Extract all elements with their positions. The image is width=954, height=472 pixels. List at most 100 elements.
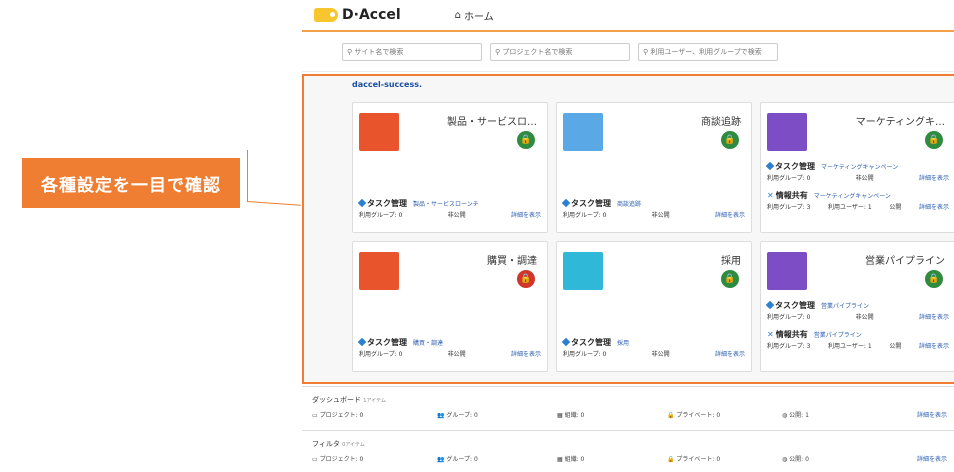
dashboard-section: ダッシュボード 1アイテム ▭ プロジェクト: 0 👥 グループ: 0 ▦ 組織…	[302, 386, 954, 428]
callout-banner: 各種設定を一目で確認	[22, 158, 240, 208]
lock-icon: 🔒 プライベート: 0	[667, 456, 721, 463]
search-bar: ⚲ サイト名で検索 ⚲ プロジェクト名で検索 ⚲ 利用ユーザー、利用グループで検…	[302, 32, 954, 72]
group-count: 利用グループ: 0	[359, 351, 403, 358]
app-name[interactable]: タスク管理	[765, 300, 815, 311]
group-count: 利用グループ: 3	[767, 204, 811, 211]
site-icon	[767, 252, 807, 290]
app-row: タスク管理 購買・調達	[357, 337, 443, 348]
detail-link[interactable]: 詳細を表示	[511, 349, 541, 358]
app-meta: 利用グループ: 0 非公開 詳細を表示	[563, 210, 745, 219]
app-meta: 利用グループ: 0 非公開 詳細を表示	[359, 210, 541, 219]
logo[interactable]: D·Accel	[314, 7, 401, 23]
site-title: 商談追跡	[701, 117, 741, 128]
lock-icon: 🔒 プライベート: 0	[667, 412, 721, 419]
folder-icon: ▭ プロジェクト: 0	[312, 456, 364, 463]
visibility: 非公開	[855, 175, 874, 182]
site-card[interactable]: 商談追跡 🔒 タスク管理 商談追跡 利用グループ: 0 非公開 詳細を表示	[556, 102, 752, 233]
user-group-search-input[interactable]: ⚲ 利用ユーザー、利用グループで検索	[638, 42, 778, 61]
lock-icon: 🔒	[721, 131, 739, 149]
logo-text: D·Accel	[342, 7, 401, 23]
detail-link[interactable]: 詳細を表示	[919, 202, 949, 211]
site-icon	[359, 113, 399, 151]
project-link[interactable]: 商談追跡	[617, 199, 641, 208]
app-meta: 利用グループ: 0 非公開 詳細を表示	[359, 349, 541, 358]
search-icon: ⚲	[495, 47, 503, 56]
site-card[interactable]: マーケティングキ… 🔒 タスク管理 マーケティングキャンペーン 利用グループ: …	[760, 102, 954, 233]
detail-link[interactable]: 詳細を表示	[919, 173, 949, 182]
group-count: 利用グループ: 3	[767, 343, 811, 350]
site-title: 製品・サービスロ…	[447, 117, 537, 128]
project-link[interactable]: 営業パイプライン	[814, 330, 862, 339]
app-row: ✕ 情報共有 営業パイプライン	[767, 329, 862, 340]
app-row: タスク管理 商談追跡	[561, 198, 641, 209]
detail-link[interactable]: 詳細を表示	[917, 454, 947, 463]
project-link[interactable]: 営業パイプライン	[821, 301, 869, 310]
detail-link[interactable]: 詳細を表示	[919, 312, 949, 321]
app-name[interactable]: タスク管理	[561, 198, 611, 209]
detail-link[interactable]: 詳細を表示	[715, 349, 745, 358]
group-count: 利用グループ: 0	[359, 212, 403, 219]
lock-icon: 🔒	[517, 131, 535, 149]
lock-icon: 🔒	[721, 270, 739, 288]
visibility: 非公開	[447, 351, 466, 358]
site-card[interactable]: 購買・調達 🔒 タスク管理 購買・調達 利用グループ: 0 非公開 詳細を表示	[352, 241, 548, 372]
home-link[interactable]: ⌂ ホーム	[455, 8, 494, 23]
filter-title: フィルタ 0アイテム	[312, 440, 365, 448]
site-list: daccel-success. 製品・サービスロ… 🔒 タスク管理 製品・サービ…	[302, 74, 954, 384]
group-count: 利用グループ: 0	[563, 351, 607, 358]
callout-connector	[247, 150, 248, 202]
detail-link[interactable]: 詳細を表示	[919, 341, 949, 350]
detail-link[interactable]: 詳細を表示	[917, 410, 947, 419]
search-icon: ⚲	[347, 47, 355, 56]
site-card[interactable]: 営業パイプライン 🔒 タスク管理 営業パイプライン 利用グループ: 0 非公開 …	[760, 241, 954, 372]
site-icon	[767, 113, 807, 151]
project-search-input[interactable]: ⚲ プロジェクト名で検索	[490, 42, 630, 61]
project-link[interactable]: マーケティングキャンペーン	[814, 191, 891, 200]
site-search-input[interactable]: ⚲ サイト名で検索	[342, 42, 482, 61]
task-icon	[561, 198, 571, 208]
org-icon: ▦ 組織: 0	[557, 412, 585, 419]
lock-icon: 🔒	[925, 270, 943, 288]
task-icon	[765, 300, 775, 310]
app-meta: 利用グループ: 3 利用ユーザー: 1 公開 詳細を表示	[767, 202, 949, 211]
search-icon: ⚲	[643, 47, 651, 56]
app-name[interactable]: ✕ 情報共有	[767, 329, 808, 340]
app-row: ✕ 情報共有 マーケティングキャンペーン	[767, 190, 891, 201]
project-link[interactable]: 製品・サービスローンチ	[413, 199, 479, 208]
app-meta: 利用グループ: 0 非公開 詳細を表示	[767, 173, 949, 182]
project-link[interactable]: マーケティングキャンペーン	[821, 162, 898, 171]
task-icon	[561, 337, 571, 347]
org-icon: ▦ 組織: 0	[557, 456, 585, 463]
org-name[interactable]: daccel-success.	[352, 80, 422, 89]
home-label: ホーム	[464, 11, 494, 23]
globe-icon: ◍ 公開: 1	[782, 412, 809, 419]
app-name[interactable]: タスク管理	[561, 337, 611, 348]
site-card[interactable]: 採用 🔒 タスク管理 採用 利用グループ: 0 非公開 詳細を表示	[556, 241, 752, 372]
app-name[interactable]: タスク管理	[765, 161, 815, 172]
app-row: タスク管理 製品・サービスローンチ	[357, 198, 479, 209]
app-name[interactable]: ✕ 情報共有	[767, 190, 808, 201]
visibility: 非公開	[651, 212, 670, 219]
share-icon: ✕	[767, 330, 774, 339]
visibility: 公開	[889, 343, 902, 350]
site-title: 購買・調達	[487, 256, 537, 267]
dashboard-title: ダッシュボード 1アイテム	[312, 396, 386, 404]
project-link[interactable]: 採用	[617, 338, 629, 347]
app-name[interactable]: タスク管理	[357, 337, 407, 348]
group-count: 利用グループ: 0	[563, 212, 607, 219]
site-card[interactable]: 製品・サービスロ… 🔒 タスク管理 製品・サービスローンチ 利用グループ: 0 …	[352, 102, 548, 233]
callout-connector	[246, 201, 301, 206]
share-icon: ✕	[767, 191, 774, 200]
project-link[interactable]: 購買・調達	[413, 338, 443, 347]
lock-icon: 🔒	[925, 131, 943, 149]
site-icon	[563, 252, 603, 290]
visibility: 公開	[889, 204, 902, 211]
site-title: 採用	[721, 256, 741, 267]
group-count: 利用グループ: 0	[767, 175, 811, 182]
app-name[interactable]: タスク管理	[357, 198, 407, 209]
app-meta: 利用グループ: 3 利用ユーザー: 1 公開 詳細を表示	[767, 341, 949, 350]
detail-link[interactable]: 詳細を表示	[715, 210, 745, 219]
detail-link[interactable]: 詳細を表示	[511, 210, 541, 219]
visibility: 非公開	[447, 212, 466, 219]
callout-text: 各種設定を一目で確認	[41, 175, 221, 196]
